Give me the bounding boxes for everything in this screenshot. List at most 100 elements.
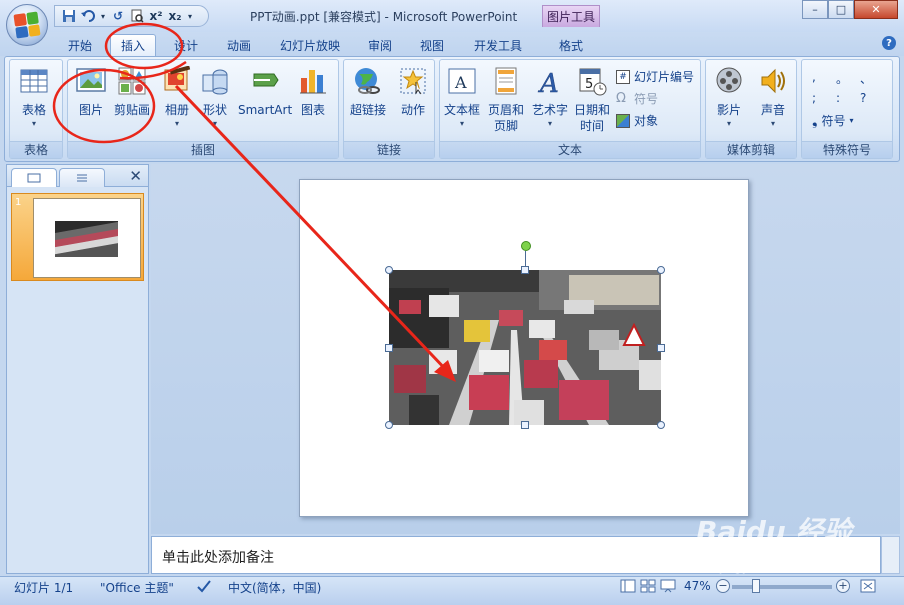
symbol-comma[interactable]: , [812,70,836,87]
symbol-question[interactable]: ? [860,91,884,105]
print-preview-icon[interactable] [129,8,145,24]
photo-album-button[interactable]: 相册 ▾ [162,66,192,130]
smartart-button[interactable]: SmartArt [238,66,292,118]
dropdown-arrow-icon: ▾ [770,119,775,128]
header-footer-button[interactable]: 页眉和 页脚 [488,66,524,134]
fit-to-window-icon[interactable] [860,579,876,596]
normal-view-icon[interactable] [620,579,636,596]
wordart-button[interactable]: A 艺术字 ▾ [532,66,568,130]
tab-outline[interactable] [59,168,105,187]
table-button-label: 表格 [21,103,46,117]
zoom-in-button[interactable]: + [836,579,850,593]
textbox-icon: A [448,68,476,94]
resize-handle-top[interactable] [521,266,529,274]
hyperlink-button[interactable]: 超链接 [350,66,386,118]
slide-thumbnail-selected[interactable]: 1 [11,193,144,281]
tab-insert[interactable]: 插入 [110,34,156,56]
tab-view[interactable]: 视图 [412,34,452,56]
symbol-colon[interactable]: : [836,91,860,105]
symbol-period[interactable]: 。 [836,70,860,87]
sound-button[interactable]: 声音 ▾ [758,66,788,130]
group-label-table: 表格 [10,141,62,158]
save-icon[interactable] [61,8,77,24]
tab-animations[interactable]: 动画 [218,34,260,56]
shapes-button[interactable]: 形状 ▾ [200,66,230,130]
group-label-media: 媒体剪辑 [706,141,796,158]
speaker-icon [761,68,785,94]
slide-canvas[interactable] [299,179,749,517]
resize-handle-bottom-left[interactable] [385,421,393,429]
symbol-dot-icon: ❟ [812,112,818,129]
group-text: A 文本框 ▾ 页眉和 页脚 A 艺术字 ▾ 5 日期和 时间 # 幻灯片编号 … [439,59,701,159]
group-media: 影片 ▾ 声音 ▾ 媒体剪辑 [705,59,797,159]
datetime-button[interactable]: 5 日期和 时间 [574,66,610,134]
redo-icon[interactable]: ↺ [110,8,126,24]
clipart-icon [118,67,146,95]
baidu-watermark-url: jingyan.baidu.com [720,560,831,574]
slideshow-icon[interactable] [660,579,676,596]
undo-icon[interactable] [80,8,96,24]
textbox-button[interactable]: A 文本框 ▾ [444,66,480,130]
action-button[interactable]: 动作 [398,66,428,118]
rotation-handle[interactable] [521,241,531,251]
close-icon[interactable]: ✕ [129,167,142,185]
tab-format[interactable]: 格式 [548,34,594,56]
zoom-slider-thumb[interactable] [752,579,760,593]
object-label: 对象 [634,114,659,128]
header-footer-icon [495,67,517,95]
picture-button[interactable]: 图片 [76,66,106,118]
resize-handle-bottom[interactable] [521,421,529,429]
tab-review[interactable]: 审阅 [360,34,400,56]
group-links: 超链接 动作 链接 [343,59,435,159]
datetime-button-label-2: 时间 [580,119,605,133]
slide-sorter-icon[interactable] [640,579,656,596]
symbol-semicolon[interactable]: ; [812,91,836,105]
resize-handle-top-left[interactable] [385,266,393,274]
dropdown-arrow-icon: ▾ [212,119,217,128]
dropdown-arrow-icon: ▾ [174,119,179,128]
movie-button[interactable]: 影片 ▾ [714,66,744,130]
status-bar: 幻灯片 1/1 "Office 主题" 中文(简体，中国) 47% − + [0,576,904,605]
object-button[interactable]: 对象 [616,112,658,129]
status-language: 中文(简体，中国) [228,581,322,595]
help-icon[interactable]: ? [882,36,896,50]
header-footer-button-label-1: 页眉和 [488,103,525,117]
chevron-down-icon[interactable]: ▾ [99,8,107,24]
tab-slideshow[interactable]: 幻灯片放映 [272,34,348,56]
spellcheck-icon[interactable] [196,579,212,596]
symbol-enumeration-comma[interactable]: 、 [860,70,884,87]
customize-qat-icon[interactable]: ▾ [186,8,194,24]
group-special-symbols: , 。 、 ; : ? ❟ 符号 ▾ 特殊符号 [801,59,893,159]
minimize-button[interactable]: – [802,0,828,19]
resize-handle-top-right[interactable] [657,266,665,274]
group-label-special: 特殊符号 [802,141,892,158]
maximize-button[interactable]: □ [828,0,854,19]
tab-slides[interactable] [11,168,57,187]
tab-developer[interactable]: 开发工具 [466,34,530,56]
superscript-icon[interactable]: x² [148,8,164,24]
slide-number-button[interactable]: # 幻灯片编号 [616,68,694,85]
title-bar: ▾ ↺ x² x₂ ▾ PPT动画.ppt [兼容模式] - Microsoft… [0,0,904,32]
special-symbol-button[interactable]: ❟ 符号 ▾ [812,112,854,129]
tab-home[interactable]: 开始 [60,34,100,56]
vertical-scrollbar[interactable] [881,536,900,574]
office-button[interactable] [6,4,48,46]
chart-button[interactable]: 图表 [298,66,328,118]
resize-handle-bottom-right[interactable] [657,421,665,429]
subscript-icon[interactable]: x₂ [167,8,183,24]
smartart-button-label: SmartArt [238,103,293,117]
symbol-small-button: Ω 符号 [616,90,658,107]
tab-design[interactable]: 设计 [166,34,206,56]
shapes-icon [202,69,228,95]
zoom-slider-track[interactable] [732,585,832,589]
clipart-button[interactable]: 剪贴画 [114,66,150,118]
resize-handle-left[interactable] [385,344,393,352]
slide-thumbnail[interactable] [33,198,141,278]
resize-handle-right[interactable] [657,344,665,352]
zoom-out-button[interactable]: − [716,579,730,593]
slide-thumbnail-number: 1 [15,197,22,208]
table-button[interactable]: 表格 ▾ [19,66,49,130]
slides-panel: ✕ 1 [6,164,149,574]
close-button[interactable]: ✕ [854,0,898,19]
traffic-photo[interactable] [389,270,661,425]
